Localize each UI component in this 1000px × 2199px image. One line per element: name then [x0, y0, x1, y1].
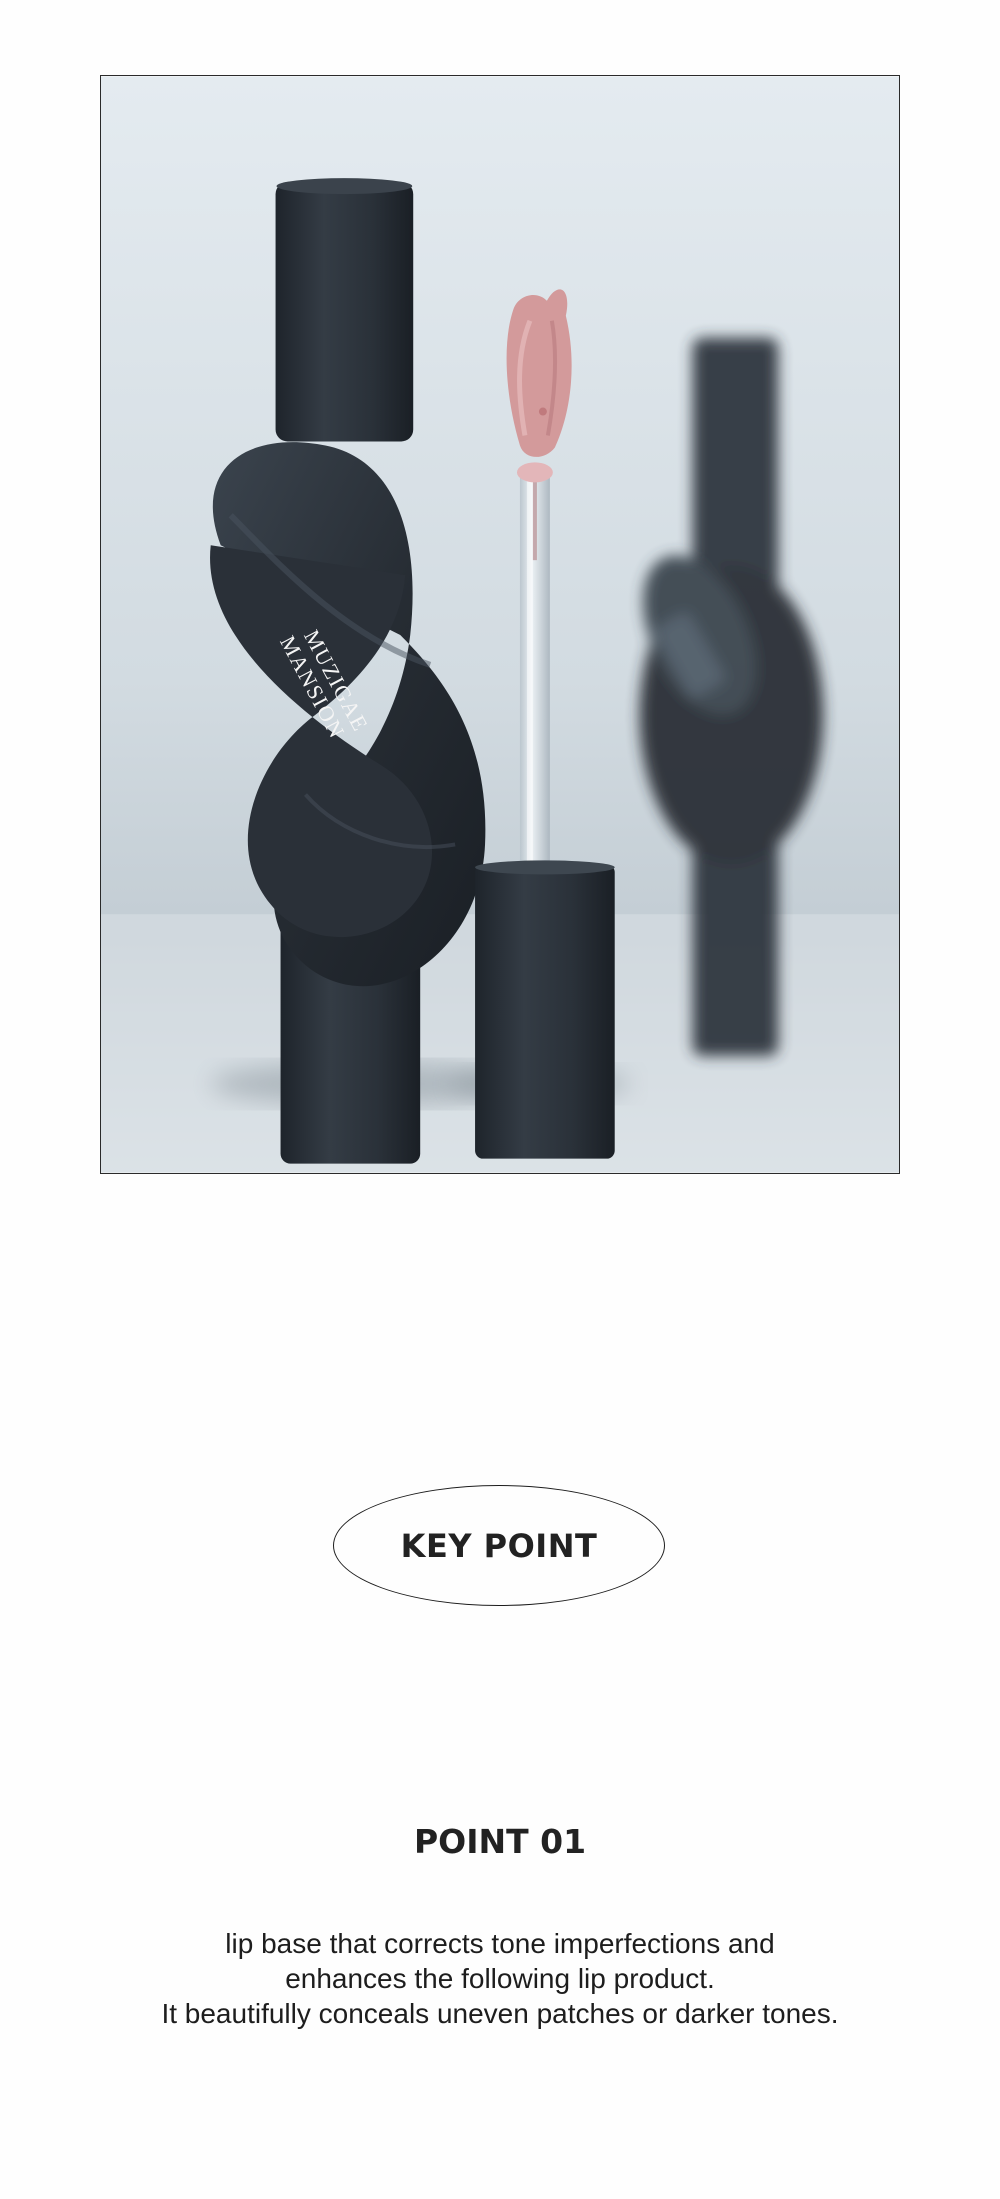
- applicator-cap: [475, 860, 615, 1159]
- point-description-line: It beautifully conceals uneven patches o…: [161, 1998, 839, 2029]
- lip-product-illustration: MUZIGAE MANSION: [101, 76, 899, 1173]
- point-description-line: lip base that corrects tone imperfection…: [225, 1928, 775, 1959]
- key-point-label: KEY POINT: [400, 1526, 598, 1565]
- point-description: lip base that corrects tone imperfection…: [0, 1926, 1000, 2031]
- point-title: POINT 01: [413, 1822, 587, 1861]
- point-description-line: enhances the following lip product.: [285, 1963, 715, 1994]
- key-point-badge: KEY POINT: [333, 1485, 665, 1606]
- product-photo: MUZIGAE MANSION: [100, 75, 900, 1174]
